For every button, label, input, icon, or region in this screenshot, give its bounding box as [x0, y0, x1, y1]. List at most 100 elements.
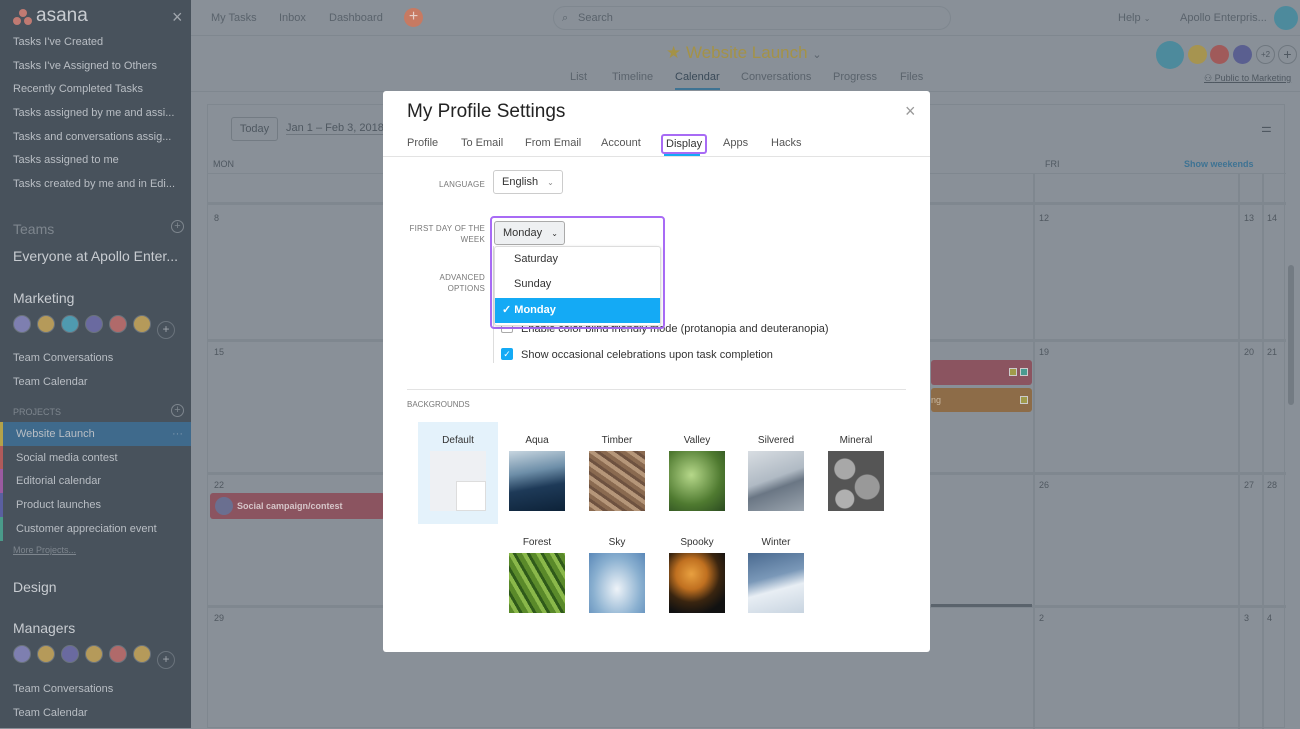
avatar[interactable]	[85, 645, 103, 663]
team-managers[interactable]: Managers	[13, 620, 75, 636]
close-sidebar-icon[interactable]: ×	[172, 7, 183, 28]
report-link[interactable]: Tasks I've Created	[13, 36, 103, 48]
background-mineral[interactable]: Mineral	[828, 435, 884, 511]
project-social-media-contest[interactable]: Social media contest	[0, 446, 191, 470]
filter-icon[interactable]: ⚌	[1261, 121, 1272, 135]
member-avatar[interactable]	[1188, 45, 1207, 64]
tag-icon	[1020, 368, 1028, 376]
option-saturday[interactable]: Saturday	[495, 247, 660, 272]
avatar[interactable]	[37, 645, 55, 663]
nav-my-tasks[interactable]: My Tasks	[211, 12, 257, 24]
today-button[interactable]: Today	[231, 117, 278, 141]
member-avatar[interactable]	[1156, 41, 1184, 69]
calendar-event[interactable]	[931, 360, 1032, 385]
project-website-launch[interactable]: Website Launch ···	[0, 422, 191, 446]
report-link[interactable]: Tasks created by me and in Edi...	[13, 178, 175, 190]
tab-hacks[interactable]: Hacks	[771, 137, 802, 149]
quick-add-button[interactable]: +	[404, 8, 423, 27]
background-thumb	[509, 451, 565, 511]
first-day-select[interactable]: Monday ⌄	[494, 221, 565, 245]
search-input[interactable]: ⌕ Search	[553, 6, 951, 30]
show-weekends-link[interactable]: Show weekends	[1184, 159, 1254, 169]
tab-calendar[interactable]: Calendar	[675, 71, 720, 90]
user-avatar[interactable]	[1274, 6, 1298, 30]
report-link[interactable]: Recently Completed Tasks	[13, 83, 143, 95]
tab-timeline[interactable]: Timeline	[612, 71, 653, 83]
tab-files[interactable]: Files	[900, 71, 923, 83]
tab-account[interactable]: Account	[601, 137, 641, 149]
visibility-link[interactable]: ⚇ Public to Marketing	[1204, 73, 1291, 84]
tab-profile[interactable]: Profile	[407, 137, 438, 149]
project-label: Website Launch	[16, 428, 95, 440]
avatar[interactable]	[13, 645, 31, 663]
more-projects-link[interactable]: More Projects...	[13, 545, 76, 555]
background-timber[interactable]: Timber	[589, 435, 645, 511]
report-link[interactable]: Tasks and conversations assig...	[13, 131, 171, 143]
team-calendar-link[interactable]: Team Calendar	[13, 707, 88, 719]
add-member-icon[interactable]: +	[157, 651, 175, 669]
project-editorial-calendar[interactable]: Editorial calendar	[0, 469, 191, 493]
tab-list[interactable]: List	[570, 71, 587, 83]
org-switcher[interactable]: Apollo Enterpris...	[1180, 12, 1267, 24]
tab-apps[interactable]: Apps	[723, 137, 748, 149]
star-icon[interactable]: ★	[666, 43, 681, 62]
avatar[interactable]	[85, 315, 103, 333]
avatar[interactable]	[133, 315, 151, 333]
report-link[interactable]: Tasks assigned to me	[13, 154, 119, 166]
avatar[interactable]	[133, 645, 151, 663]
background-valley[interactable]: Valley	[669, 435, 725, 511]
background-silvered[interactable]: Silvered	[748, 435, 804, 511]
team-everyone[interactable]: Everyone at Apollo Enter...	[13, 248, 178, 264]
tab-conversations[interactable]: Conversations	[741, 71, 811, 83]
background-winter[interactable]: Winter	[748, 537, 804, 613]
member-avatar[interactable]	[1233, 45, 1252, 64]
date-range-picker[interactable]: Jan 1 – Feb 3, 2018	[286, 122, 384, 135]
scrollbar[interactable]	[1288, 265, 1294, 405]
help-menu[interactable]: Help ⌄	[1118, 12, 1150, 24]
avatar[interactable]	[13, 315, 31, 333]
add-member-icon[interactable]: +	[157, 321, 175, 339]
nav-inbox[interactable]: Inbox	[279, 12, 306, 24]
avatar[interactable]	[109, 315, 127, 333]
option-sunday[interactable]: Sunday	[495, 272, 660, 297]
date-label: 28	[1267, 480, 1278, 490]
event-social-campaign[interactable]: Social campaign/contest	[210, 493, 385, 519]
close-icon[interactable]: ×	[905, 101, 916, 122]
option-monday[interactable]: ✓ Monday	[495, 298, 660, 323]
background-forest[interactable]: Forest	[509, 537, 565, 613]
report-link[interactable]: Tasks I've Assigned to Others	[13, 60, 157, 72]
tab-to-email[interactable]: To Email	[461, 137, 503, 149]
project-customer-appreciation[interactable]: Customer appreciation event	[0, 517, 191, 541]
background-spooky[interactable]: Spooky	[669, 537, 725, 613]
add-project-icon[interactable]: +	[171, 404, 184, 417]
tab-display[interactable]: Display	[661, 134, 708, 154]
more-members-badge[interactable]: +2	[1256, 45, 1275, 64]
add-member-icon[interactable]: +	[1278, 45, 1297, 64]
team-marketing[interactable]: Marketing	[13, 290, 74, 306]
celebrations-checkbox[interactable]: ✓	[501, 348, 513, 360]
more-icon[interactable]: ···	[172, 422, 183, 446]
team-design[interactable]: Design	[13, 579, 57, 595]
avatar[interactable]	[109, 645, 127, 663]
nav-dashboard[interactable]: Dashboard	[329, 12, 383, 24]
team-calendar-link[interactable]: Team Calendar	[13, 376, 88, 388]
report-link[interactable]: Tasks assigned by me and assi...	[13, 107, 174, 119]
tab-from-email[interactable]: From Email	[525, 137, 581, 149]
avatar[interactable]	[37, 315, 55, 333]
language-select[interactable]: English ⌄	[493, 170, 563, 194]
avatar[interactable]	[61, 315, 79, 333]
tab-progress[interactable]: Progress	[833, 71, 877, 83]
background-label: Default	[442, 435, 474, 446]
project-product-launches[interactable]: Product launches	[0, 493, 191, 517]
background-sky[interactable]: Sky	[589, 537, 645, 613]
avatar[interactable]	[61, 645, 79, 663]
background-aqua[interactable]: Aqua	[509, 435, 565, 511]
team-conversations-link[interactable]: Team Conversations	[13, 683, 113, 695]
background-default[interactable]: Default	[430, 435, 486, 511]
background-label: Aqua	[525, 435, 549, 446]
team-conversations-link[interactable]: Team Conversations	[13, 352, 113, 364]
project-title[interactable]: ★ Website Launch ⌄	[666, 43, 822, 63]
calendar-event[interactable]: ng	[931, 388, 1032, 412]
member-avatar[interactable]	[1210, 45, 1229, 64]
add-team-icon[interactable]: +	[171, 220, 184, 233]
